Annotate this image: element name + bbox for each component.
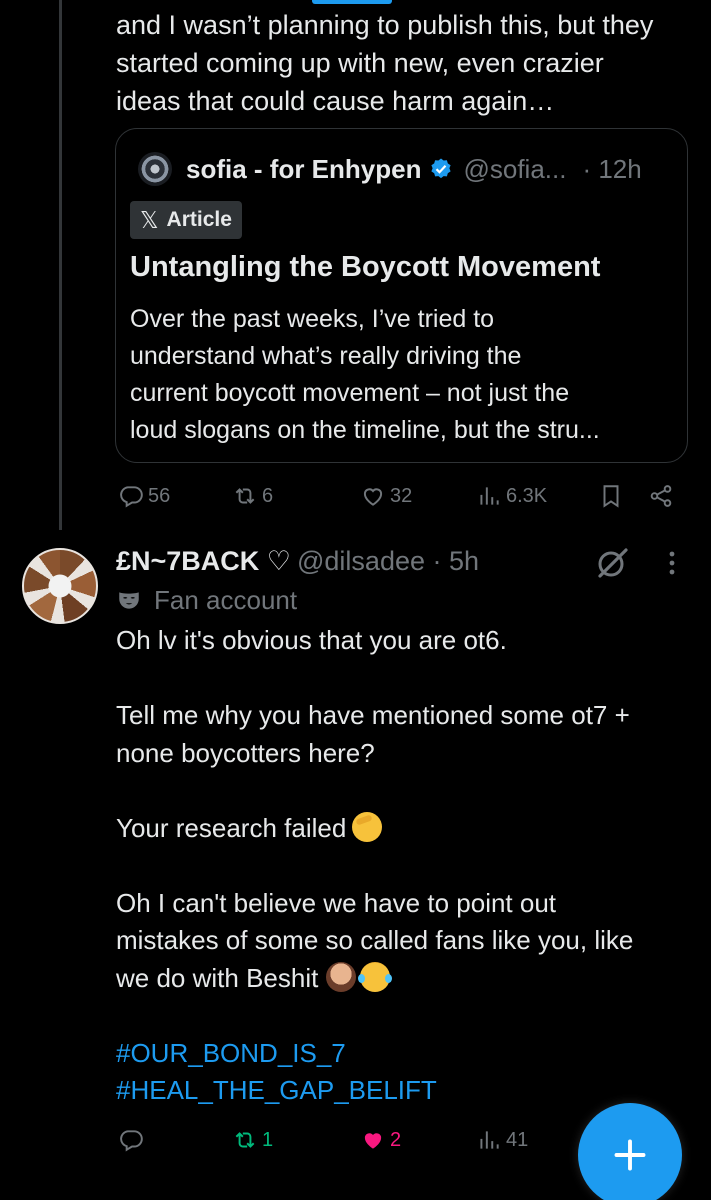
like-icon (363, 488, 383, 506)
author-handle[interactable]: @dilsadee · 5h (297, 546, 479, 577)
grok-icon[interactable] (594, 545, 630, 581)
hashtag-link[interactable]: #OUR_BOND_IS_7 (116, 1035, 696, 1073)
more-icon[interactable] (660, 548, 684, 578)
tweet-text-line: Oh lv it's obvious that you are ot6. (116, 625, 507, 655)
views-count: 6.3K (506, 484, 548, 507)
thread-connector-line (59, 0, 62, 530)
article-title[interactable]: Untangling the Boycott Movement (130, 251, 680, 284)
verified-badge-icon (431, 158, 452, 179)
reply-count: 56 (148, 484, 171, 507)
compose-button[interactable] (578, 1103, 682, 1200)
reply-button[interactable] (118, 1127, 144, 1153)
like-count: 2 (390, 1128, 402, 1151)
like-button[interactable]: 32 (360, 483, 412, 509)
repost-icon (235, 1132, 255, 1148)
share-icon (650, 485, 672, 507)
bookmark-button[interactable] (598, 483, 624, 509)
fan-account-text: Fan account (154, 584, 298, 615)
quote-author-name[interactable]: sofia - for Enhypen (186, 154, 421, 185)
like-icon (364, 1133, 382, 1149)
tweet-text-line: started coming up with new, even crazier (116, 48, 604, 78)
reply-icon (120, 486, 143, 508)
x-logo-icon: 𝕏 (140, 206, 159, 233)
views-icon (480, 1131, 499, 1149)
like-button[interactable]: 2 (360, 1127, 401, 1153)
views-button[interactable]: 41 (476, 1127, 528, 1153)
quote-avatar[interactable] (138, 152, 172, 186)
reply-icon (120, 1130, 143, 1152)
reply-button[interactable]: 56 (118, 483, 170, 509)
article-badge: 𝕏 Article (130, 201, 242, 239)
quote-author-handle[interactable]: @sofia... (463, 154, 566, 185)
article-description-line: loud slogans on the timeline, but the st… (130, 416, 600, 444)
repost-button[interactable]: 6 (232, 483, 273, 509)
tweet-header: £N~7BACK ♡ @dilsadee · 5h (116, 542, 479, 580)
views-count: 41 (506, 1128, 529, 1151)
tweet-text-fragment: we do with Beshit (116, 962, 319, 993)
like-count: 32 (390, 484, 413, 507)
top-accent-bar (312, 0, 392, 4)
plus-icon (614, 1139, 646, 1171)
tweet-text: and I wasn’t planning to publish this, b… (116, 6, 706, 120)
laughing-tears-emoji (358, 961, 393, 992)
fan-account-label: Fan account (116, 582, 297, 618)
bookmark-icon (603, 485, 619, 508)
tweet-text-line: Your research failed (116, 810, 696, 848)
article-description: Over the past weeks, I’ve tried to under… (130, 301, 680, 449)
repost-icon (235, 488, 255, 504)
tweet-text-line: Tell me why you have mentioned some ot7 … (116, 700, 630, 730)
quote-header: sofia - for Enhypen @sofia... · 12h (138, 151, 667, 187)
tweet-text: Oh lv it's obvious that you are ot6. Tel… (116, 622, 696, 1110)
tweet-text-line: none boycotters here? (116, 737, 375, 768)
repost-count: 6 (262, 484, 274, 507)
mask-icon (119, 592, 139, 609)
article-badge-label: Article (166, 208, 232, 231)
tweet-text-line: we do with Beshit (116, 960, 696, 998)
tweet-text-line: and I wasn’t planning to publish this, b… (116, 10, 654, 40)
article-description-line: current boycott movement – not just the (130, 379, 570, 407)
repost-button[interactable]: 1 (232, 1127, 273, 1153)
hashtag-link[interactable]: #HEAL_THE_GAP_BELIFT (116, 1072, 696, 1110)
facepalm-emoji (326, 961, 357, 992)
saluting-face-emoji (352, 811, 383, 842)
tweet-text-line: Oh I can't believe we have to point out (116, 887, 557, 918)
share-button[interactable] (648, 483, 674, 509)
views-icon (480, 487, 499, 505)
author-name[interactable]: £N~7BACK ♡ (116, 546, 291, 577)
quote-timestamp[interactable]: · 12h (582, 154, 641, 185)
tweet-text-line: mistakes of some so called fans like you… (116, 925, 634, 955)
tweet-text-line: ideas that could cause harm again… (116, 86, 555, 116)
article-description-line: understand what’s really driving the (130, 342, 522, 370)
repost-count: 1 (262, 1128, 274, 1151)
article-description-line: Over the past weeks, I’ve tried to (130, 305, 495, 333)
tweet-text-fragment: Your research failed (116, 812, 347, 843)
avatar[interactable] (22, 548, 98, 624)
quoted-article-card[interactable]: sofia - for Enhypen @sofia... · 12h 𝕏 Ar… (115, 128, 688, 463)
views-button[interactable]: 6.3K (476, 483, 547, 509)
timeline: and I wasn’t planning to publish this, b… (0, 0, 711, 1200)
